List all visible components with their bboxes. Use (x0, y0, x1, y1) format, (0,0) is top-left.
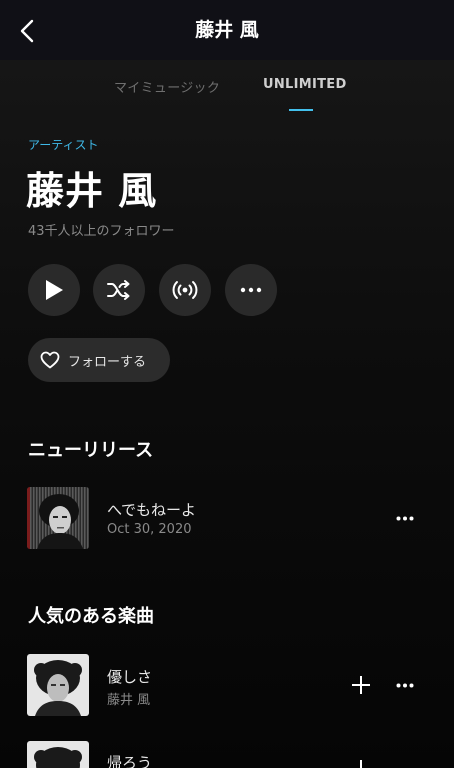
heart-outline-icon (40, 351, 60, 369)
song-title: 帰ろう (107, 754, 153, 768)
follow-label: フォローする (68, 354, 147, 370)
more-horizontal-icon (396, 683, 414, 687)
artist-portrait-image (27, 741, 89, 768)
tab-unlimited[interactable]: UNLIMITED (263, 77, 347, 92)
add-song-button[interactable] (348, 672, 374, 698)
page-title: 藤井 風 (195, 19, 259, 41)
popular-songs-heading: 人気のある楽曲 (28, 606, 154, 627)
album-art-kaerou[interactable] (27, 741, 89, 768)
artist-portrait-image (27, 654, 89, 716)
new-releases-heading: ニューリリース (28, 440, 154, 461)
release-more-button[interactable] (390, 508, 420, 528)
radio-broadcast-icon (172, 281, 198, 299)
play-icon (46, 280, 63, 300)
more-horizontal-icon (396, 516, 414, 520)
song-title: 優しさ (107, 668, 153, 686)
shuffle-icon (107, 280, 130, 300)
tab-bar: マイミュージック UNLIMITED (0, 60, 454, 112)
artist-kicker: アーティスト (28, 138, 99, 152)
artist-portrait-image (27, 487, 89, 549)
play-button[interactable] (28, 264, 80, 316)
tab-my-music[interactable]: マイミュージック (114, 77, 220, 96)
release-title: へでもねーよ (107, 501, 196, 519)
shuffle-button[interactable] (93, 264, 145, 316)
more-options-button[interactable] (225, 264, 277, 316)
album-art-hedemoneyo[interactable] (27, 487, 89, 549)
radio-button[interactable] (159, 264, 211, 316)
album-art-yasashisa[interactable] (27, 654, 89, 716)
follow-button[interactable]: フォローする (28, 338, 170, 382)
artist-name: 藤井 風 (26, 169, 158, 213)
active-tab-indicator (289, 109, 313, 111)
more-horizontal-icon (240, 287, 262, 293)
top-bar: 藤井 風 (0, 0, 454, 60)
plus-icon (360, 760, 362, 768)
plus-icon (352, 676, 370, 694)
song-more-button[interactable] (390, 675, 420, 695)
song-artist: 藤井 風 (107, 693, 151, 708)
add-song-button[interactable] (348, 752, 374, 768)
follower-count: 43千人以上のフォロワー (28, 224, 175, 239)
release-date: Oct 30, 2020 (107, 522, 192, 537)
